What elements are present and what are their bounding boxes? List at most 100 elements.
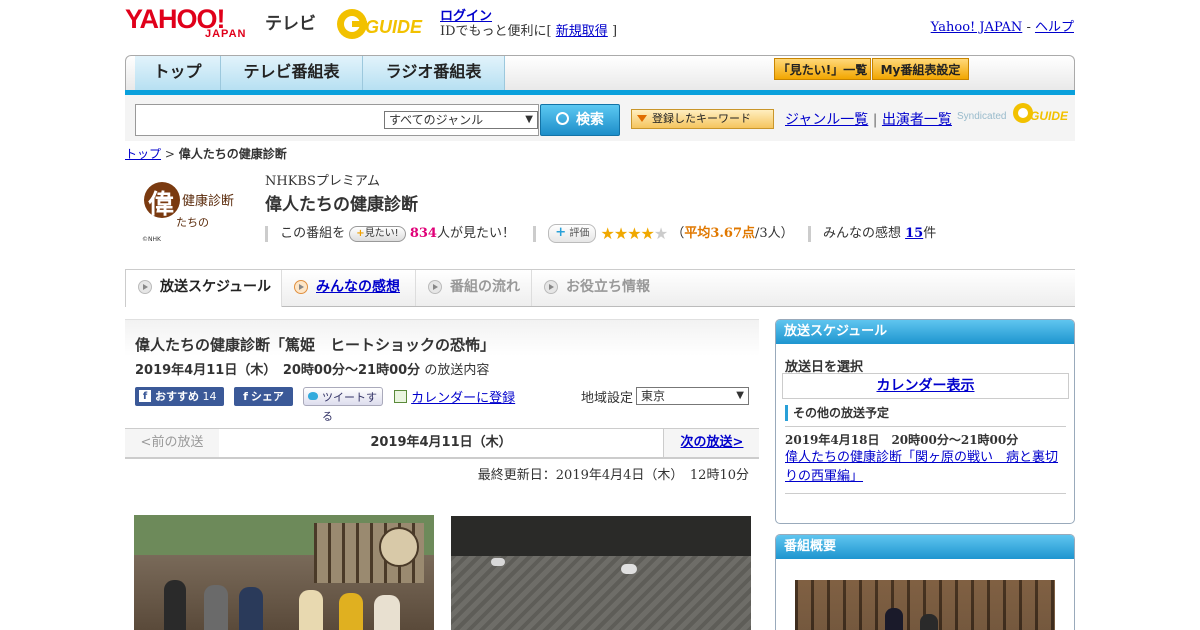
rating-count: /3人） [755,226,794,241]
overview-photo[interactable] [795,580,1055,630]
photo-head [621,564,637,574]
program-title: 偉人たちの健康診断 [265,195,418,215]
login-suffix: ] [611,24,618,39]
overview-sidebar-box: 番組概要 [775,534,1075,630]
registered-keyword-label: 登録したキーワード [652,112,751,125]
rating-button[interactable]: + 評価 [548,224,597,243]
signup-link[interactable]: 新規取得 [556,24,608,39]
syndicated-logo-text: GUIDE [1030,109,1068,123]
mitai-prefix: この番組を [280,226,346,241]
divider [785,493,1066,494]
rating-open: （ [671,226,685,241]
other-broadcast-date: 2019年4月18日 20時00分～21時00分 [785,433,1019,447]
tweet-button[interactable]: ツイートする [303,387,383,423]
nav-tab-radio-schedule[interactable]: ラジオ番組表 [363,56,505,90]
episode-photo-studio[interactable] [134,515,434,630]
rating-average: 平均3.67点 [684,226,756,241]
links-separator: | [872,112,878,128]
next-broadcast-link[interactable]: 次の放送> [663,429,760,457]
breadcrumb-separator: > [164,147,175,161]
region-selected-value: 東京 [641,389,666,403]
tab-impressions[interactable]: みんなの感想 [282,270,416,306]
nav-tab-tv-schedule[interactable]: テレビ番組表 [221,56,363,90]
rating-stars: ★★★★★ [601,224,672,243]
facebook-recommend-label: おすすめ [155,390,199,403]
schedule-sidebar-box: 放送スケジュール 放送日を選択 カレンダー表示 その他の放送予定 2019年4月… [775,319,1075,524]
star-icon: ★ [613,224,628,243]
impressions-suffix: 件 [923,226,937,241]
photo-head [491,558,505,566]
stat-separator [533,225,537,242]
tab-program-flow[interactable]: 番組の流れ [416,270,532,306]
nav-tab-top[interactable]: トップ [135,56,221,90]
calendar-register-link[interactable]: カレンダーに登録 [411,391,515,406]
photo-person [374,595,400,630]
photo-seal [379,527,419,567]
facebook-recommend-button[interactable]: f おすすめ 14 [135,387,224,406]
performer-list-link[interactable]: 出演者一覧 [882,112,952,128]
gguide-logo-text: GUIDE [365,17,423,37]
prev-broadcast-link[interactable]: <前の放送 [125,429,220,457]
tab-useful-info-label: お役立ち情報 [566,279,650,295]
syndicated-text: Syndicated [957,111,1007,122]
episode-photo-sand-bath[interactable] [451,516,751,630]
other-broadcast-link[interactable]: 偉人たちの健康診断「関ヶ原の戦い 病と裏切りの西軍編」 [785,448,1065,486]
breadcrumb-top-link[interactable]: トップ [125,147,161,161]
tab-program-flow-label: 番組の流れ [450,279,520,295]
photo-person [920,614,938,630]
gguide-logo-icon[interactable]: GUIDE [335,7,433,41]
tab-useful-info[interactable]: お役立ち情報 [532,270,662,306]
mitai-list-button[interactable]: 「見たい!」一覧 [774,58,871,80]
play-icon [428,280,442,294]
genre-selected-value: すべてのジャンル [389,113,484,127]
tab-schedule[interactable]: 放送スケジュール [125,270,282,307]
star-icon: ★ [600,224,615,243]
breadcrumb-current: 偉人たちの健康診断 [178,147,287,161]
calendar-display-link[interactable]: カレンダー表示 [782,373,1069,399]
login-prompt: IDでもっと便利に[ 新規取得 ] [440,20,617,39]
photo-person [239,587,263,630]
chevron-down-icon [637,115,647,122]
tab-schedule-label: 放送スケジュール [160,279,272,295]
photo-person [885,608,903,630]
program-logo-subtext: たちの [176,216,209,229]
region-select[interactable]: 東京 ▼ [636,387,749,405]
mitai-count: 834 [409,226,437,241]
stat-separator [807,225,811,242]
schedule-sidebar-title: 放送スケジュール [776,320,1074,344]
facebook-recommend-count: 14 [202,390,217,403]
genre-select[interactable]: すべてのジャンル ▼ [384,111,538,129]
episode-time-suffix: の放送内容 [424,363,490,378]
last-updated: 最終更新日：2019年4月4日（木） 12時10分 [477,468,749,483]
calendar-icon [394,390,407,403]
impressions-count-link[interactable]: 15 [905,226,923,241]
mitai-button-label: 見たい! [364,227,399,239]
my-schedule-button[interactable]: My番組表設定 [872,58,969,80]
twitter-bird-icon [308,392,318,400]
calendar-register[interactable]: カレンダーに登録 [394,387,515,406]
program-logo: 偉 健康診断 たちの ©NHK [140,178,250,246]
search-links: ジャンル一覧 | 出演者一覧 [785,109,952,129]
facebook-icon: f [243,390,248,403]
mitai-button[interactable]: +見たい! [349,225,406,242]
main-nav: トップ テレビ番組表 ラジオ番組表 「見たい!」一覧 My番組表設定 [125,55,1075,90]
search-button[interactable]: 検索 [540,104,620,136]
overview-sidebar-title: 番組概要 [776,535,1074,559]
gguide-small-logo-icon: GUIDE [1013,103,1068,123]
registered-keyword-button[interactable]: 登録したキーワード [631,109,774,129]
program-stats: この番組を +見たい! 834人が見たい！ + 評価 ★★★★★ （平均3.67… [265,222,937,243]
genre-list-link[interactable]: ジャンル一覧 [785,112,868,128]
chevron-down-icon [138,280,152,294]
divider [785,426,1066,427]
facebook-share-button[interactable]: f シェア [234,387,293,406]
yahoo-japan-link[interactable]: Yahoo! JAPAN [931,20,1023,35]
help-link[interactable]: ヘルプ [1035,20,1074,35]
facebook-icon: f [139,390,151,402]
chevron-down-icon: ▼ [525,114,533,125]
program-logo-text: 健康診断 [182,194,235,209]
header-separator: - [1026,20,1031,35]
tv-logo-text: テレビ [265,14,316,34]
plus-icon: + [356,227,365,239]
episode-title: 偉人たちの健康診断「篤姫 ヒートショックの恐怖」 [135,336,496,354]
yahoo-japan-logo-text: JAPAN [205,28,247,40]
